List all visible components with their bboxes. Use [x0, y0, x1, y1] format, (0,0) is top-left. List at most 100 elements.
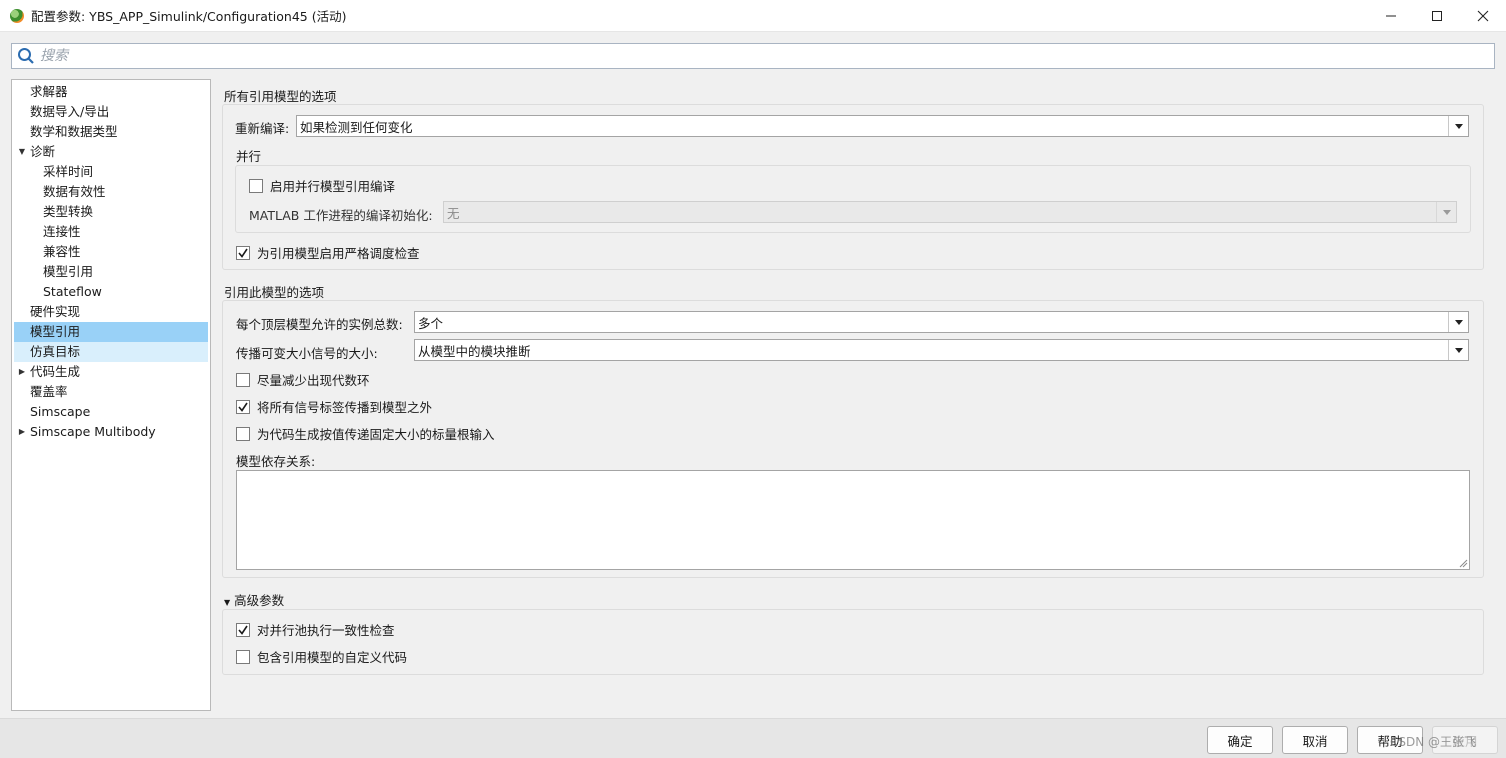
tree-item-label: 数据有效性 [43, 184, 106, 199]
parallel-title: 并行 [236, 149, 262, 164]
advanced-panel [222, 609, 1484, 675]
dropdown-arrow-icon[interactable] [1448, 116, 1468, 136]
propagate-size-value: 从模型中的模块推断 [418, 343, 531, 359]
tree-item-label: 模型引用 [43, 264, 94, 279]
tree-item-solver[interactable]: 求解器 [12, 82, 210, 102]
checkbox-box[interactable] [236, 426, 250, 441]
rebuild-dropdown[interactable]: 如果检测到任何变化 [296, 115, 1469, 137]
collapsed-caret-icon[interactable]: ▶ [17, 422, 27, 442]
tree-item-diagnostics[interactable]: ▼ 诊断 [12, 142, 210, 162]
tree-item-type-conversion[interactable]: 类型转换 [12, 202, 210, 222]
check-icon [238, 248, 248, 258]
checkbox-label: 对并行池执行一致性检查 [257, 623, 395, 638]
tree-item-coverage[interactable]: 覆盖率 [12, 382, 210, 402]
title-bar: 配置参数: YBS_APP_Simulink/Configuration45 (… [0, 0, 1506, 32]
advanced-toggle[interactable]: ▼ 高级参数 [224, 590, 284, 609]
instances-label: 每个顶层模型允许的实例总数: [236, 317, 403, 332]
close-icon [1477, 10, 1489, 22]
custom-code-checkbox[interactable]: 包含引用模型的自定义代码 [236, 647, 407, 666]
tree-item-code-generation[interactable]: ▶ 代码生成 [12, 362, 210, 382]
matlab-init-dropdown[interactable]: 无 [443, 201, 1457, 223]
check-icon [238, 625, 248, 635]
pass-by-value-checkbox[interactable]: 为代码生成按值传递固定大小的标量根输入 [236, 424, 495, 443]
tree-item-label: Simscape Multibody [30, 424, 156, 439]
expanded-caret-icon[interactable]: ▼ [17, 142, 27, 162]
tree-item-label: 采样时间 [43, 164, 94, 179]
consistency-check-checkbox[interactable]: 对并行池执行一致性检查 [236, 620, 395, 639]
strict-scheduling-checkbox[interactable]: 为引用模型启用严格调度检查 [236, 243, 420, 262]
checkbox-box[interactable] [249, 178, 263, 193]
checkbox-box[interactable] [236, 245, 250, 260]
matlab-init-label: MATLAB 工作进程的编译初始化: [249, 208, 433, 223]
this-model-section-title: 引用此模型的选项 [224, 285, 325, 300]
dropdown-arrow-icon[interactable] [1448, 312, 1468, 332]
propagate-size-dropdown[interactable]: 从模型中的模块推断 [414, 339, 1469, 361]
tree-item-simscape-multibody[interactable]: ▶ Simscape Multibody [12, 422, 210, 442]
tree-item-data-validity[interactable]: 数据有效性 [12, 182, 210, 202]
check-icon [238, 402, 248, 412]
checkbox-label: 将所有信号标签传播到模型之外 [257, 400, 433, 415]
checkbox-label: 为引用模型启用严格调度检查 [257, 246, 420, 261]
tree-item-label: 仿真目标 [30, 344, 81, 359]
tree-item-compatibility[interactable]: 兼容性 [12, 242, 210, 262]
rebuild-label: 重新编译: [235, 121, 290, 136]
tree-item-sample-time[interactable]: 采样时间 [12, 162, 210, 182]
tree-item-connectivity[interactable]: 连接性 [12, 222, 210, 242]
watermark-text: CSDN @王张飞 [1390, 735, 1477, 749]
checkbox-box[interactable] [236, 372, 250, 387]
dropdown-arrow-icon[interactable] [1448, 340, 1468, 360]
instances-dropdown[interactable]: 多个 [414, 311, 1469, 333]
window-title: 配置参数: YBS_APP_Simulink/Configuration45 (… [31, 9, 347, 24]
search-input[interactable] [38, 45, 1494, 67]
checkbox-label: 包含引用模型的自定义代码 [257, 650, 408, 665]
tree-item-stateflow[interactable]: Stateflow [12, 282, 210, 302]
tree-item-label: 模型引用 [30, 324, 81, 339]
dependencies-label: 模型依存关系: [236, 454, 316, 469]
tree-item-label: 求解器 [30, 84, 68, 99]
parallel-build-checkbox[interactable]: 启用并行模型引用编译 [249, 176, 395, 195]
button-bar [0, 718, 1506, 758]
maximize-button[interactable] [1414, 0, 1460, 32]
checkbox-box[interactable] [236, 622, 250, 637]
search-icon [14, 44, 38, 68]
minimize-button[interactable] [1368, 0, 1414, 32]
propagate-size-label: 传播可变大小信号的大小: [236, 346, 378, 361]
tree-item-label: 代码生成 [30, 364, 81, 379]
search-box[interactable] [11, 43, 1495, 69]
tree-item-label: Stateflow [43, 284, 102, 299]
dropdown-arrow-icon[interactable] [1436, 202, 1456, 222]
checkbox-label: 尽量减少出现代数环 [257, 373, 370, 388]
tree-item-math-data-types[interactable]: 数学和数据类型 [12, 122, 210, 142]
close-button[interactable] [1460, 0, 1506, 32]
tree-item-label: 数据导入/导出 [30, 104, 110, 119]
matlab-init-value: 无 [447, 205, 460, 221]
category-tree[interactable]: 求解器 数据导入/导出 数学和数据类型 ▼ 诊断 采样时间 数据有效性 类型转换… [11, 79, 211, 711]
tree-item-label: Simscape [30, 404, 91, 419]
propagate-signal-labels-checkbox[interactable]: 将所有信号标签传播到模型之外 [236, 397, 432, 416]
tree-item-data-import-export[interactable]: 数据导入/导出 [12, 102, 210, 122]
ok-button[interactable]: 确定 [1207, 726, 1273, 754]
resize-grip-icon[interactable] [1459, 559, 1468, 568]
checkbox-box[interactable] [236, 649, 250, 664]
tree-item-hardware-implementation[interactable]: 硬件实现 [12, 302, 210, 322]
minimize-algebraic-loops-checkbox[interactable]: 尽量减少出现代数环 [236, 370, 370, 389]
tree-item-diag-model-referencing[interactable]: 模型引用 [12, 262, 210, 282]
tree-item-label: 数学和数据类型 [30, 124, 118, 139]
tree-item-label: 连接性 [43, 224, 81, 239]
tree-item-label: 覆盖率 [30, 384, 68, 399]
rebuild-value: 如果检测到任何变化 [300, 119, 413, 135]
minimize-icon [1386, 15, 1396, 17]
tree-item-label: 硬件实现 [30, 304, 81, 319]
collapsed-caret-icon[interactable]: ▶ [17, 362, 27, 382]
tree-item-label: 兼容性 [43, 244, 81, 259]
tree-item-label: 类型转换 [43, 204, 94, 219]
tree-item-model-referencing[interactable]: 模型引用 [14, 322, 208, 342]
expanded-caret-icon[interactable]: ▼ [224, 598, 230, 607]
instances-value: 多个 [418, 315, 444, 331]
checkbox-box[interactable] [236, 399, 250, 414]
tree-item-simscape[interactable]: Simscape [12, 402, 210, 422]
cancel-button[interactable]: 取消 [1282, 726, 1348, 754]
advanced-title: 高级参数 [234, 593, 285, 608]
tree-item-simulation-target[interactable]: 仿真目标 [14, 342, 208, 362]
dependencies-textarea[interactable] [236, 470, 1470, 570]
